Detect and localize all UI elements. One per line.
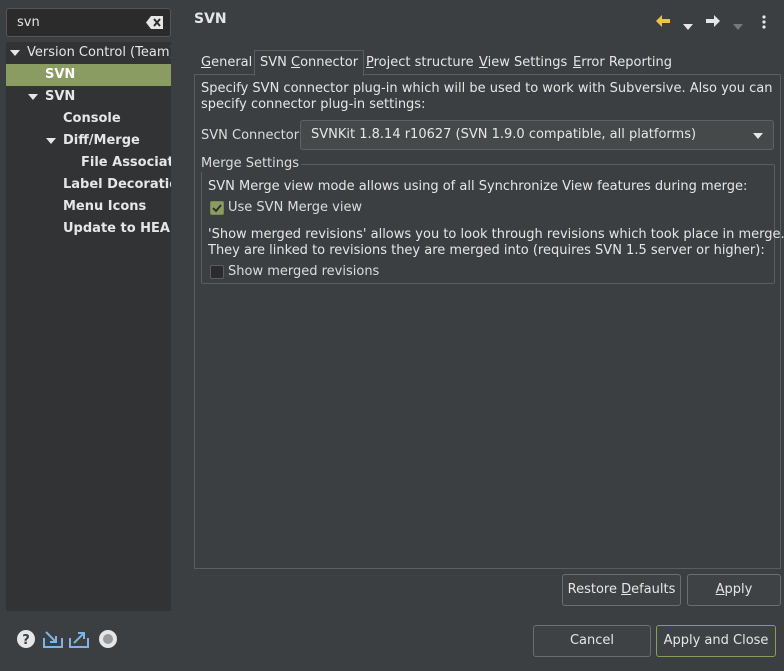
- tab-mnemonic: C: [291, 55, 301, 70]
- tree-item-label: Version Control (Team): [27, 45, 171, 60]
- tab-label: SVN: [260, 55, 292, 70]
- tree-item-svn[interactable]: SVN: [6, 86, 171, 108]
- button-label: efaults: [631, 582, 676, 597]
- svn-connector-label: SVN Connector:: [201, 128, 304, 143]
- svn-connector-value: SVNKit 1.8.14 r10627 (SVN 1.9.0 compatib…: [311, 127, 697, 142]
- merge-settings-title: Merge Settings: [201, 156, 302, 172]
- tree-item-svn-selected[interactable]: SVN: [6, 64, 171, 86]
- tab-svn-connector[interactable]: SVN Connector: [254, 50, 365, 76]
- merged-revisions-description-1: 'Show merged revisions' allows you to lo…: [208, 227, 784, 242]
- forward-arrow-icon[interactable]: [705, 14, 721, 32]
- tab-error-reporting[interactable]: Error Reporting: [568, 51, 677, 75]
- tab-label: eneral: [211, 55, 253, 70]
- tree-item-label: Update to HEAD: [63, 221, 171, 236]
- import-icon[interactable]: [42, 629, 63, 649]
- tab-mnemonic: E: [573, 55, 582, 70]
- tab-label: onnector: [300, 55, 359, 70]
- export-icon[interactable]: [68, 629, 89, 649]
- tree-item-label: Label Decoration: [63, 177, 171, 192]
- restore-defaults-button[interactable]: Restore Defaults: [562, 574, 681, 606]
- back-arrow-icon[interactable]: [655, 14, 671, 32]
- filter-field[interactable]: [6, 8, 171, 37]
- merge-view-description: SVN Merge view mode allows using of all …: [208, 179, 748, 194]
- apply-and-close-button[interactable]: Apply and Close: [656, 625, 776, 657]
- connector-description: Specify SVN connector plug-in which will…: [201, 81, 773, 112]
- clear-filter-icon[interactable]: [146, 15, 164, 30]
- tree-item-label: Diff/Merge: [63, 133, 140, 148]
- tree-item-label: File Associatio: [81, 155, 171, 170]
- svg-text:?: ?: [22, 633, 30, 648]
- merged-revisions-description-2: They are linked to revisions they are me…: [208, 243, 765, 258]
- tree-item-label: Menu Icons: [63, 199, 147, 214]
- tab-mnemonic: P: [366, 55, 374, 70]
- page-title: SVN: [194, 11, 227, 27]
- filter-input[interactable]: [7, 9, 135, 36]
- tree-item-label-decorations[interactable]: Label Decoration: [6, 174, 171, 196]
- help-icon[interactable]: ?: [16, 629, 36, 649]
- button-label: Restore: [567, 582, 622, 597]
- tab-label: rror Reporting: [581, 55, 673, 70]
- apply-button[interactable]: Apply: [687, 574, 781, 606]
- forward-history-dropdown-icon[interactable]: [733, 19, 743, 34]
- tab-mnemonic: V: [479, 55, 488, 70]
- button-mnemonic: D: [621, 582, 632, 597]
- cancel-button[interactable]: Cancel: [533, 625, 651, 657]
- show-merged-revisions-label: Show merged revisions: [228, 264, 380, 279]
- checkbox-checked-icon[interactable]: [210, 201, 224, 215]
- dropdown-arrow-icon: [753, 133, 763, 139]
- tab-label: roject structure: [373, 55, 474, 70]
- tree-item-menu-icons[interactable]: Menu Icons: [6, 196, 171, 218]
- tree-item-diff-merge[interactable]: Diff/Merge: [6, 130, 171, 152]
- preference-recorder-icon[interactable]: [98, 629, 118, 649]
- tab-mnemonic: G: [201, 55, 212, 70]
- checkbox-unchecked-icon[interactable]: [210, 265, 224, 279]
- tab-general[interactable]: General: [196, 51, 257, 75]
- tree-item-label: SVN: [45, 89, 76, 104]
- expand-icon[interactable]: [28, 94, 38, 100]
- tab-label: iew Settings: [487, 55, 568, 70]
- back-history-dropdown-icon[interactable]: [683, 19, 693, 34]
- tab-content-svn-connector: Specify SVN connector plug-in which will…: [194, 74, 784, 569]
- button-mnemonic: A: [715, 582, 725, 597]
- tree-item-version-control[interactable]: Version Control (Team): [6, 42, 171, 64]
- tree-item-label: Console: [63, 111, 121, 126]
- use-svn-merge-view-label: Use SVN Merge view: [228, 200, 363, 215]
- expand-icon[interactable]: [46, 138, 56, 144]
- tree-item-label: SVN: [45, 67, 76, 82]
- view-menu-icon[interactable]: [762, 15, 766, 33]
- tree-item-console[interactable]: Console: [6, 108, 171, 130]
- preference-tree[interactable]: Version Control (Team) SVN SVN Console D…: [6, 42, 171, 611]
- tab-view-settings[interactable]: View Settings: [474, 51, 572, 75]
- tree-item-file-associations[interactable]: File Associatio: [6, 152, 171, 174]
- tree-item-update-to-head[interactable]: Update to HEAD: [6, 218, 171, 240]
- merge-settings-group: SVN Merge view mode allows using of all …: [201, 164, 784, 284]
- tab-project-structure[interactable]: Project structure: [361, 51, 479, 75]
- button-label: pply: [724, 582, 753, 597]
- expand-icon[interactable]: [10, 50, 20, 56]
- svn-connector-select[interactable]: SVNKit 1.8.14 r10627 (SVN 1.9.0 compatib…: [300, 120, 774, 150]
